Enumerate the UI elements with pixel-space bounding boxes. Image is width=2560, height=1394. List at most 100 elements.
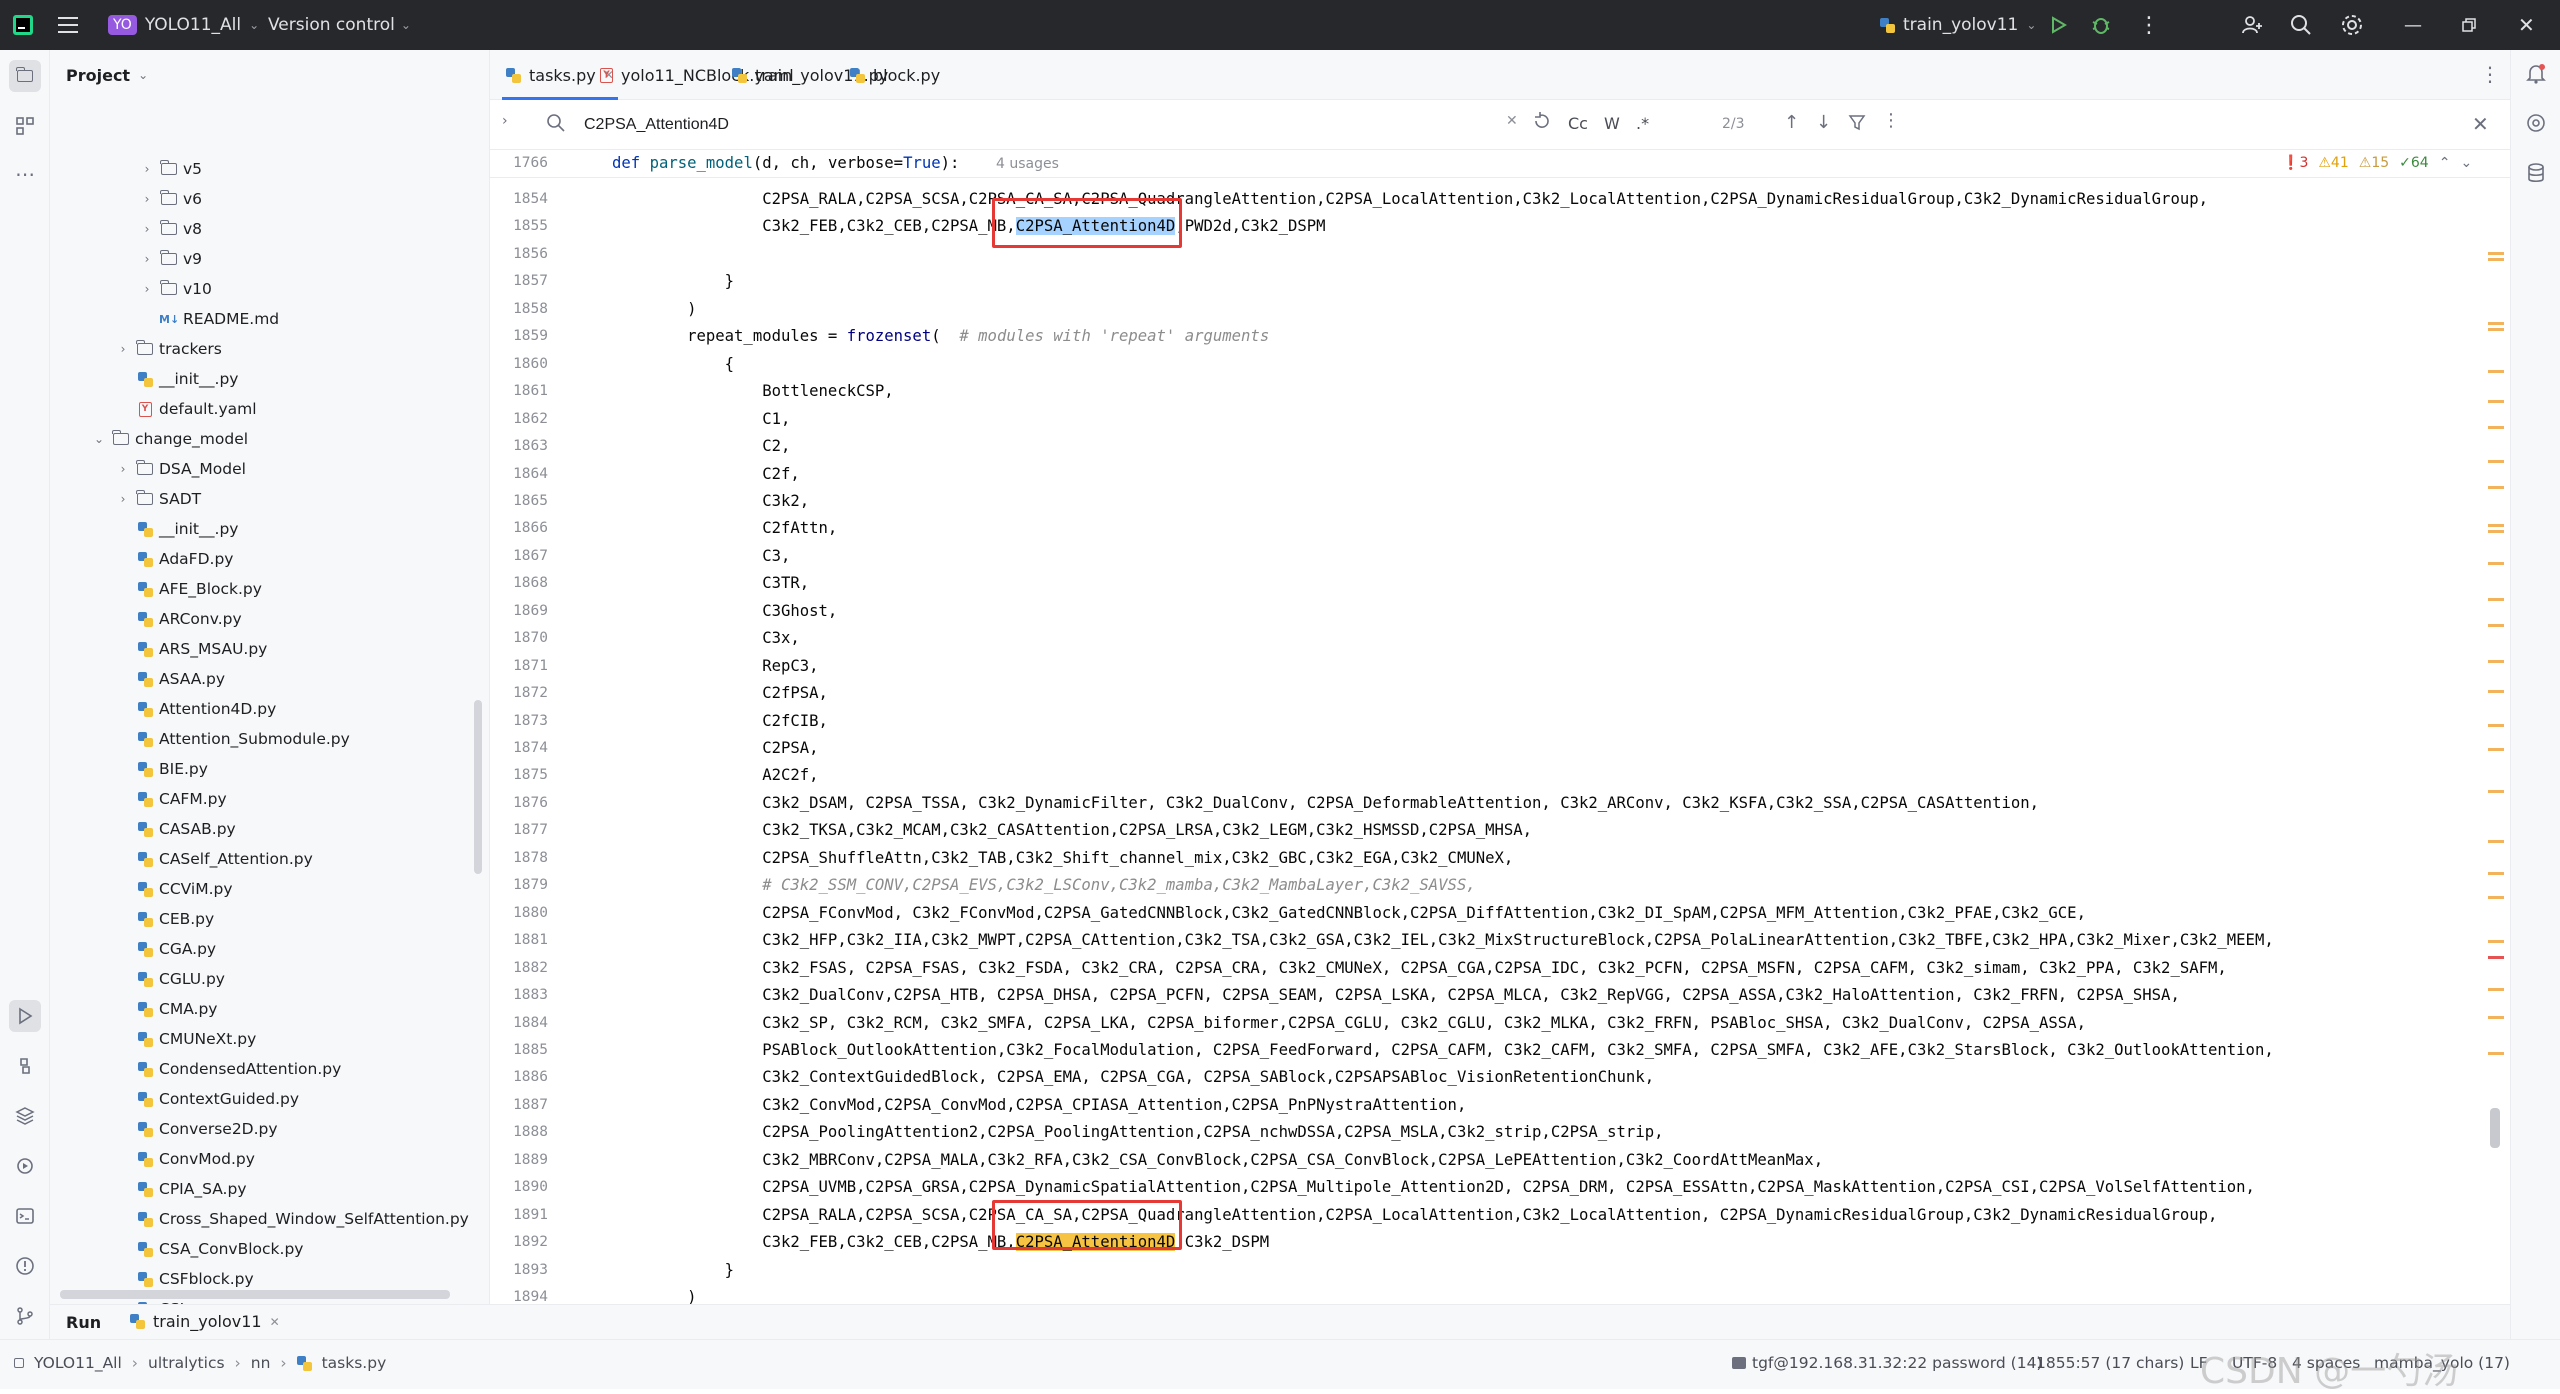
- next-match-icon[interactable]: ↓: [1816, 112, 1831, 133]
- tree-vertical-scrollbar[interactable]: [474, 700, 482, 874]
- tree-item[interactable]: Attention_Submodule.py: [50, 724, 489, 754]
- chevron-down-icon[interactable]: ⌄: [2460, 155, 2472, 171]
- more-tools-icon[interactable]: ⋯: [9, 158, 41, 190]
- code-line[interactable]: # C3k2_SSM_CONV,C2PSA_EVS,C3k2_LSConv,C3…: [612, 876, 1476, 894]
- code-line[interactable]: C3k2_DSAM, C2PSA_TSSA, C3k2_DynamicFilte…: [612, 794, 2039, 812]
- code-line[interactable]: C3k2_HFP,C3k2_IIA,C3k2_MWPT,C2PSA_CAtten…: [612, 931, 2274, 949]
- tree-item[interactable]: Cross_Shaped_Window_SelfAttention.py: [50, 1204, 489, 1234]
- database-icon[interactable]: [2525, 162, 2547, 188]
- search-everywhere-icon[interactable]: [2290, 0, 2312, 50]
- code-line[interactable]: C2PSA_RALA,C2PSA_SCSA,C2PSA_CA_SA,C2PSA_…: [612, 1206, 2217, 1224]
- tree-item[interactable]: CPIA_SA.py: [50, 1174, 489, 1204]
- tab-file[interactable]: tasks.py ✕: [502, 50, 618, 100]
- python-console-icon[interactable]: [9, 1050, 41, 1082]
- tab-file[interactable]: block.py: [850, 50, 940, 100]
- clear-search-icon[interactable]: ✕: [1506, 113, 1518, 129]
- chevron-right-icon[interactable]: ›: [116, 342, 130, 356]
- tree-item[interactable]: AdaFD.py: [50, 544, 489, 574]
- git-icon[interactable]: [9, 1300, 41, 1332]
- code-line[interactable]: ): [612, 300, 696, 318]
- tree-item[interactable]: CSA_ConvBlock.py: [50, 1234, 489, 1264]
- breadcrumb-item[interactable]: tasks.py: [322, 1354, 387, 1372]
- tree-item[interactable]: CASAB.py: [50, 814, 489, 844]
- tree-item[interactable]: __init__.py: [50, 364, 489, 394]
- usages-hint[interactable]: 4 usages: [996, 156, 1059, 172]
- code-line[interactable]: C2fPSA,: [612, 684, 828, 702]
- chevron-right-icon[interactable]: ›: [140, 192, 154, 206]
- tree-item[interactable]: ARS_MSAU.py: [50, 634, 489, 664]
- code-line[interactable]: C3k2_FSAS, C2PSA_FSAS, C3k2_FSDA, C3k2_C…: [612, 959, 2227, 977]
- stripe-marker[interactable]: [2488, 400, 2504, 403]
- stripe-marker[interactable]: [2488, 840, 2504, 843]
- regex-button[interactable]: .*: [1636, 114, 1649, 133]
- code-line[interactable]: A2C2f,: [612, 766, 818, 784]
- stripe-marker[interactable]: [2488, 988, 2504, 991]
- tree-item[interactable]: Converse2D.py: [50, 1114, 489, 1144]
- code-line[interactable]: C1,: [612, 410, 790, 428]
- breadcrumb-item[interactable]: YOLO11_All: [34, 1354, 122, 1372]
- main-menu-icon[interactable]: [58, 0, 80, 50]
- code-line[interactable]: C2PSA,: [612, 739, 818, 757]
- stripe-marker[interactable]: [2488, 328, 2504, 331]
- python-packages-icon[interactable]: [9, 1100, 41, 1132]
- chevron-right-icon[interactable]: ›: [116, 492, 130, 506]
- tree-item[interactable]: › DSA_Model: [50, 454, 489, 484]
- stripe-marker[interactable]: [2488, 524, 2504, 527]
- chevron-right-icon[interactable]: ›: [140, 162, 154, 176]
- tree-item[interactable]: CGLU.py: [50, 964, 489, 994]
- run-config-selector[interactable]: train_yolov11 ⌄: [1880, 0, 2036, 50]
- breadcrumb-item[interactable]: nn: [251, 1354, 271, 1372]
- code-line[interactable]: C3k2_MBRConv,C2PSA_MALA,C3k2_RFA,C3k2_CS…: [612, 1151, 1823, 1169]
- code-line[interactable]: C2PSA_ShuffleAttn,C3k2_TAB,C3k2_Shift_ch…: [612, 849, 1513, 867]
- code-line[interactable]: C2,: [612, 437, 790, 455]
- tree-item[interactable]: › v9: [50, 244, 489, 274]
- code-line[interactable]: C3k2,: [612, 492, 809, 510]
- stripe-marker[interactable]: [2488, 956, 2504, 959]
- stripe-marker[interactable]: [2488, 1052, 2504, 1055]
- close-icon[interactable]: ✕: [270, 1315, 280, 1329]
- stripe-marker[interactable]: [2488, 940, 2504, 943]
- search-history-icon[interactable]: [1532, 111, 1552, 135]
- app-logo-icon[interactable]: [12, 0, 34, 50]
- stripe-marker[interactable]: [2488, 748, 2504, 751]
- tree-item[interactable]: CASelf_Attention.py: [50, 844, 489, 874]
- services-icon[interactable]: [9, 1150, 41, 1182]
- stripe-marker[interactable]: [2488, 660, 2504, 663]
- code-line[interactable]: C3x,: [612, 629, 800, 647]
- previous-match-icon[interactable]: ↑: [1784, 112, 1799, 133]
- stripe-marker[interactable]: [2488, 258, 2504, 261]
- tree-item[interactable]: CGA.py: [50, 934, 489, 964]
- problems-icon[interactable]: [9, 1250, 41, 1282]
- code-line[interactable]: C2f,: [612, 465, 800, 483]
- tree-item[interactable]: CMUNeXt.py: [50, 1024, 489, 1054]
- tree-item[interactable]: › SADT: [50, 484, 489, 514]
- stripe-marker[interactable]: [2488, 530, 2504, 533]
- stripe-marker[interactable]: [2488, 1016, 2504, 1019]
- stripe-marker[interactable]: [2488, 872, 2504, 875]
- tree-item[interactable]: ⌄ change_model: [50, 424, 489, 454]
- code-line[interactable]: C2PSA_FConvMod, C3k2_FConvMod,C2PSA_Gate…: [612, 904, 2086, 922]
- code-with-me-icon[interactable]: [2240, 0, 2264, 50]
- tab-options-icon[interactable]: ⋮: [2480, 62, 2500, 86]
- stripe-marker[interactable]: [2488, 486, 2504, 489]
- tree-item[interactable]: M↓ README.md: [50, 304, 489, 334]
- stripe-marker[interactable]: [2488, 370, 2504, 373]
- notifications-bell-icon[interactable]: [2525, 62, 2547, 88]
- stripe-marker[interactable]: [2488, 426, 2504, 429]
- editor-scrollbar-thumb[interactable]: [2490, 1108, 2500, 1148]
- tree-item[interactable]: ASAA.py: [50, 664, 489, 694]
- close-window-icon[interactable]: ✕: [2518, 0, 2535, 50]
- terminal-icon[interactable]: [9, 1200, 41, 1232]
- code-line[interactable]: C2PSA_RALA,C2PSA_SCSA,C2PSA_CA_SA,C2PSA_…: [612, 190, 2208, 208]
- code-line[interactable]: C3TR,: [612, 574, 809, 592]
- project-switcher[interactable]: YO YOLO11_All ⌄: [108, 0, 259, 50]
- code-line[interactable]: C2fCIB,: [612, 712, 828, 730]
- tree-item[interactable]: › v8: [50, 214, 489, 244]
- code-line[interactable]: {: [612, 355, 734, 373]
- tree-item[interactable]: › trackers: [50, 334, 489, 364]
- structure-icon[interactable]: [9, 110, 41, 142]
- stripe-marker[interactable]: [2488, 690, 2504, 693]
- chevron-right-icon[interactable]: ›: [140, 222, 154, 236]
- code-line[interactable]: C3Ghost,: [612, 602, 837, 620]
- code-line[interactable]: C3k2_FEB,C3k2_CEB,C2PSA_MB,C2PSA_Attenti…: [612, 217, 1326, 236]
